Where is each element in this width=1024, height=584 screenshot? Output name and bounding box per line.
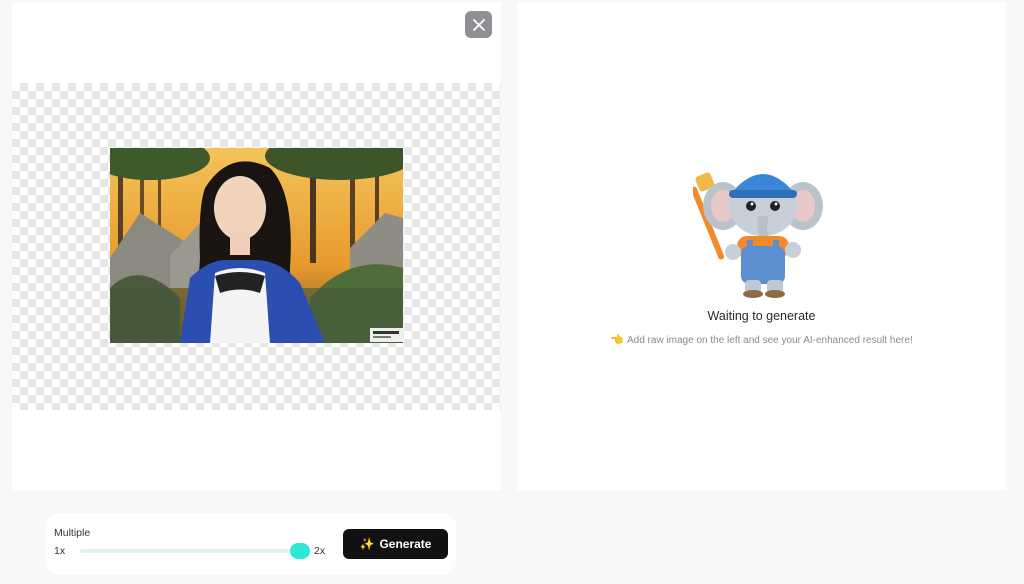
generate-label: Generate	[379, 537, 432, 551]
elephant-mascot-illustration	[691, 154, 829, 300]
sparkles-icon: ✨	[359, 537, 375, 551]
uploaded-photo	[110, 148, 403, 343]
status-hint-text: Add raw image on the left and see your A…	[626, 335, 913, 346]
multiple-slider-track[interactable]	[80, 549, 302, 553]
slider-min-label: 1x	[54, 545, 66, 557]
upscale-controls: Multiple 1x 2x ✨ Generate	[46, 513, 456, 575]
result-panel: Waiting to generate 👈 Add raw image on th…	[517, 2, 1006, 490]
transparent-canvas	[12, 83, 501, 410]
status-hint: 👈 Add raw image on the left and see your …	[517, 333, 1006, 346]
source-panel	[12, 2, 501, 490]
status-title: Waiting to generate	[707, 309, 816, 323]
generate-button[interactable]: ✨ Generate	[343, 529, 448, 559]
multiple-label: Multiple	[54, 527, 91, 539]
multiple-slider-thumb[interactable]	[290, 543, 310, 559]
slider-max-label: 2x	[314, 545, 326, 557]
close-icon	[472, 18, 485, 31]
pointing-hand-icon: 👈	[610, 334, 624, 346]
close-button[interactable]	[465, 11, 492, 38]
